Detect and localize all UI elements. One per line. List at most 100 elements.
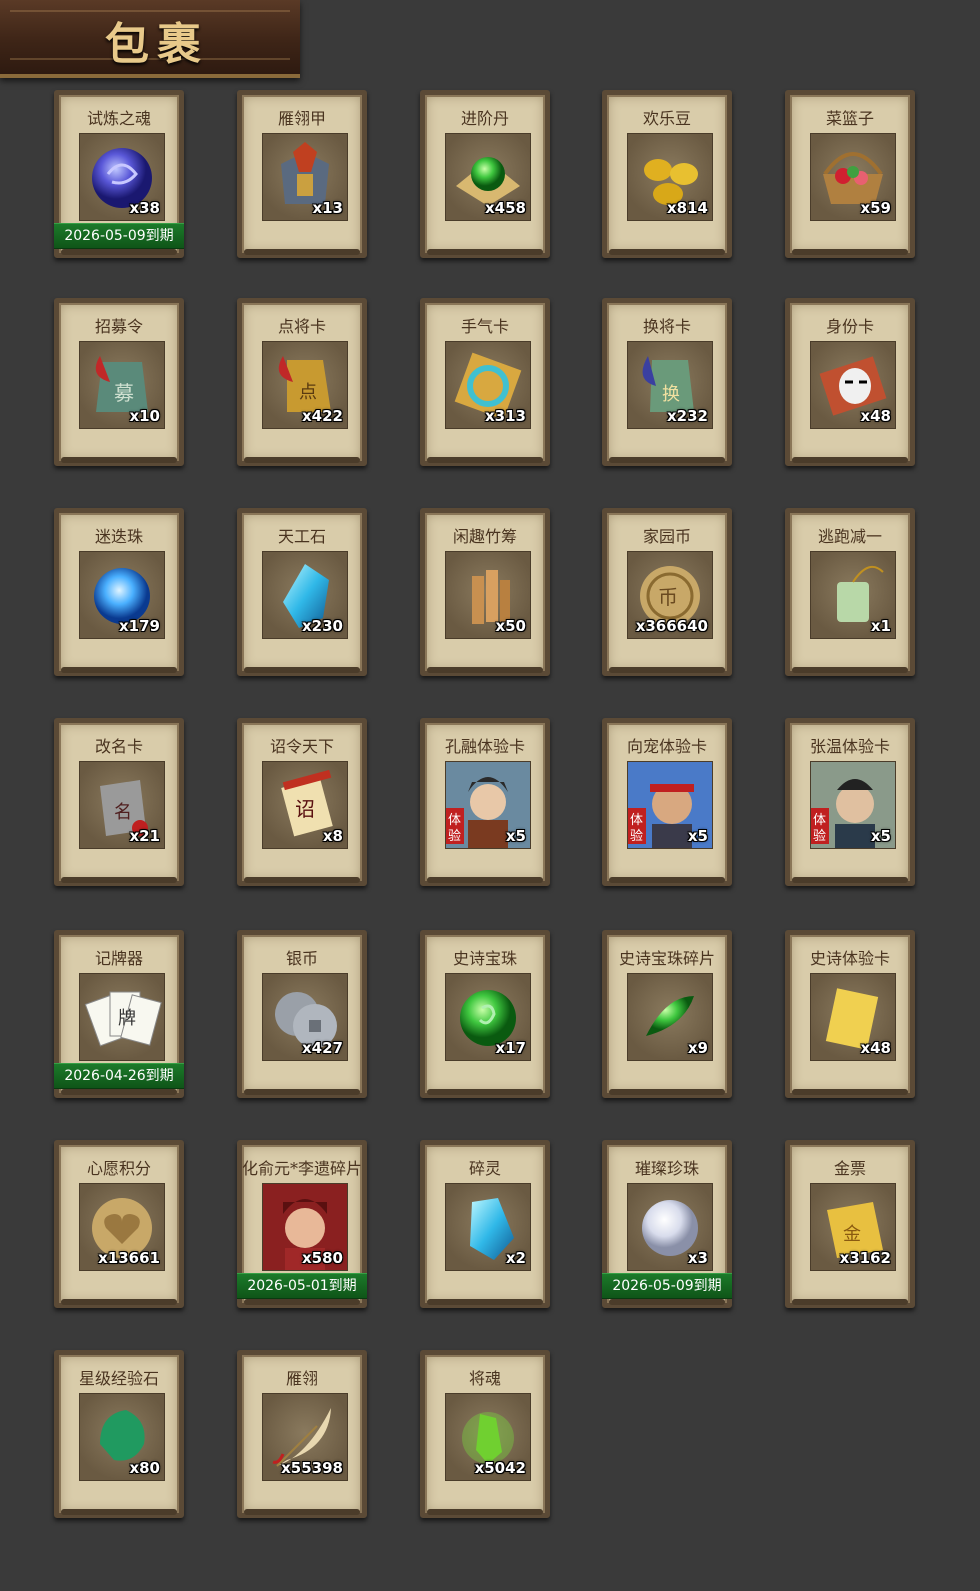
item-name: 心愿积分 [86,1159,151,1178]
inventory-item-card[interactable]: 家园币币 x366640 [602,508,732,676]
inventory-item-card[interactable]: 化俞元*李遗碎片 x580 2026-05-01到期 [237,1140,367,1308]
item-name: 金票 [833,1159,866,1178]
svg-text:名: 名 [114,802,132,823]
inventory-item-card[interactable]: 试炼之魂 x38 2026-05-09到期 [54,90,184,258]
blue-orb-icon: x179 [79,551,165,639]
home-coin-icon: 币 x366640 [627,551,713,639]
item-quantity: x13661 [98,1249,160,1267]
inventory-item-card[interactable]: 银币 x427 [237,930,367,1098]
inventory-item-card[interactable]: 菜篮子 x59 [785,90,915,258]
item-quantity: x5 [870,827,891,845]
armor-icon: x13 [262,133,348,221]
item-name: 家园币 [642,527,691,546]
expiry-badge: 2026-05-09到期 [602,1273,732,1299]
inventory-item-card[interactable]: 金票金 x3162 [785,1140,915,1308]
item-quantity: x59 [860,199,891,217]
item-name: 进阶丹 [460,109,509,128]
item-name: 碎灵 [468,1159,501,1178]
item-name: 诏令天下 [269,737,334,756]
item-quantity: x50 [495,617,526,635]
inventory-item-card[interactable]: 史诗体验卡 x48 [785,930,915,1098]
rename-card-icon: 名 x21 [79,761,165,849]
item-quantity: x5 [505,827,526,845]
item-name: 将魂 [468,1369,501,1388]
item-name: 记牌器 [94,949,143,968]
svg-text:募: 募 [114,381,134,405]
item-name: 欢乐豆 [642,109,691,128]
svg-text:体: 体 [448,813,461,828]
green-shard-icon: x9 [627,973,713,1061]
inventory-item-card[interactable]: 雁翎 x55398 [237,1350,367,1518]
item-quantity: x55398 [281,1459,343,1477]
inventory-item-card[interactable]: 改名卡名 x21 [54,718,184,886]
gold-card-icon: x48 [810,973,896,1061]
page-title: 包裹 [105,19,209,70]
item-quantity: x3 [687,1249,708,1267]
item-name: 张温体验卡 [809,737,890,756]
item-name: 点将卡 [277,317,326,336]
item-name: 逃跑减一 [817,527,882,546]
inventory-item-card[interactable]: 诏令天下诏 x8 [237,718,367,886]
inventory-item-card[interactable]: 招募令募 x10 [54,298,184,466]
inventory-item-card[interactable]: 心愿积分 x13661 [54,1140,184,1308]
svg-text:体: 体 [630,813,643,828]
item-name: 雁翎甲 [277,109,326,128]
expiry-badge: 2026-05-01到期 [237,1273,367,1299]
item-quantity: x1 [870,617,891,635]
inventory-item-card[interactable]: 张温体验卡体验 x5 [785,718,915,886]
inventory-item-card[interactable]: 手气卡 x313 [420,298,550,466]
inventory-item-card[interactable]: 史诗宝珠 x17 [420,930,550,1098]
green-pill-icon: x458 [445,133,531,221]
recruit-token-icon: 募 x10 [79,341,165,429]
expiry-badge: 2026-05-09到期 [54,223,184,249]
item-name: 雁翎 [285,1369,318,1388]
inventory-item-card[interactable]: 逃跑减一 x1 [785,508,915,676]
inventory-item-card[interactable]: 雁翎甲 x13 [237,90,367,258]
item-quantity: x38 [129,199,160,217]
portrait-kongrong-icon: 体验 x5 [445,761,531,849]
mask-card-icon: x48 [810,341,896,429]
item-name: 试炼之魂 [86,109,151,128]
item-quantity: x366640 [635,617,708,635]
inventory-item-card[interactable]: 身份卡 x48 [785,298,915,466]
inventory-item-card[interactable]: 碎灵 x2 [420,1140,550,1308]
item-name: 天工石 [277,527,326,546]
item-name: 改名卡 [94,737,143,756]
item-name: 孔融体验卡 [444,737,525,756]
inventory-item-card[interactable]: 向宠体验卡体验 x5 [602,718,732,886]
item-quantity: x80 [129,1459,160,1477]
inventory-item-card[interactable]: 记牌器牌 2026-04-26到期 [54,930,184,1098]
item-name: 史诗宝珠 [452,949,517,968]
inventory-item-card[interactable]: 迷迭珠 x179 [54,508,184,676]
crystal-icon: x230 [262,551,348,639]
inventory-item-card[interactable]: 欢乐豆 x814 [602,90,732,258]
item-name: 闲趣竹筹 [452,527,517,546]
item-quantity: x179 [119,617,160,635]
item-quantity: x9 [687,1039,708,1057]
item-name: 璀璨珍珠 [634,1159,699,1178]
bamboo-tally-icon: x50 [445,551,531,639]
inventory-item-card[interactable]: 点将卡点 x422 [237,298,367,466]
pearl-icon: x3 [627,1183,713,1271]
inventory-item-card[interactable]: 换将卡换 x232 [602,298,732,466]
portrait-fragment-icon: x580 [262,1183,348,1271]
inventory-item-card[interactable]: 史诗宝珠碎片 x9 [602,930,732,1098]
item-name: 化俞元*李遗碎片 [242,1159,362,1178]
inventory-item-card[interactable]: 孔融体验卡体验 x5 [420,718,550,886]
item-name: 向宠体验卡 [626,737,707,756]
inventory-item-card[interactable]: 璀璨珍珠 x3 2026-05-09到期 [602,1140,732,1308]
item-quantity: x48 [860,1039,891,1057]
green-orb-icon: x17 [445,973,531,1061]
item-quantity: x48 [860,407,891,425]
inventory-item-card[interactable]: 星级经验石 x80 [54,1350,184,1518]
portrait-zhangwen-icon: 体验 x5 [810,761,896,849]
inventory-title-banner: 包裹 [0,0,300,78]
inventory-item-card[interactable]: 闲趣竹筹 x50 [420,508,550,676]
svg-text:金: 金 [843,1224,861,1245]
svg-text:验: 验 [630,828,643,844]
item-quantity: x8 [322,827,343,845]
inventory-item-card[interactable]: 将魂 x5042 [420,1350,550,1518]
inventory-item-card[interactable]: 天工石 x230 [237,508,367,676]
inventory-item-card[interactable]: 进阶丹 x458 [420,90,550,258]
dragon-orb-icon: x38 [79,133,165,221]
